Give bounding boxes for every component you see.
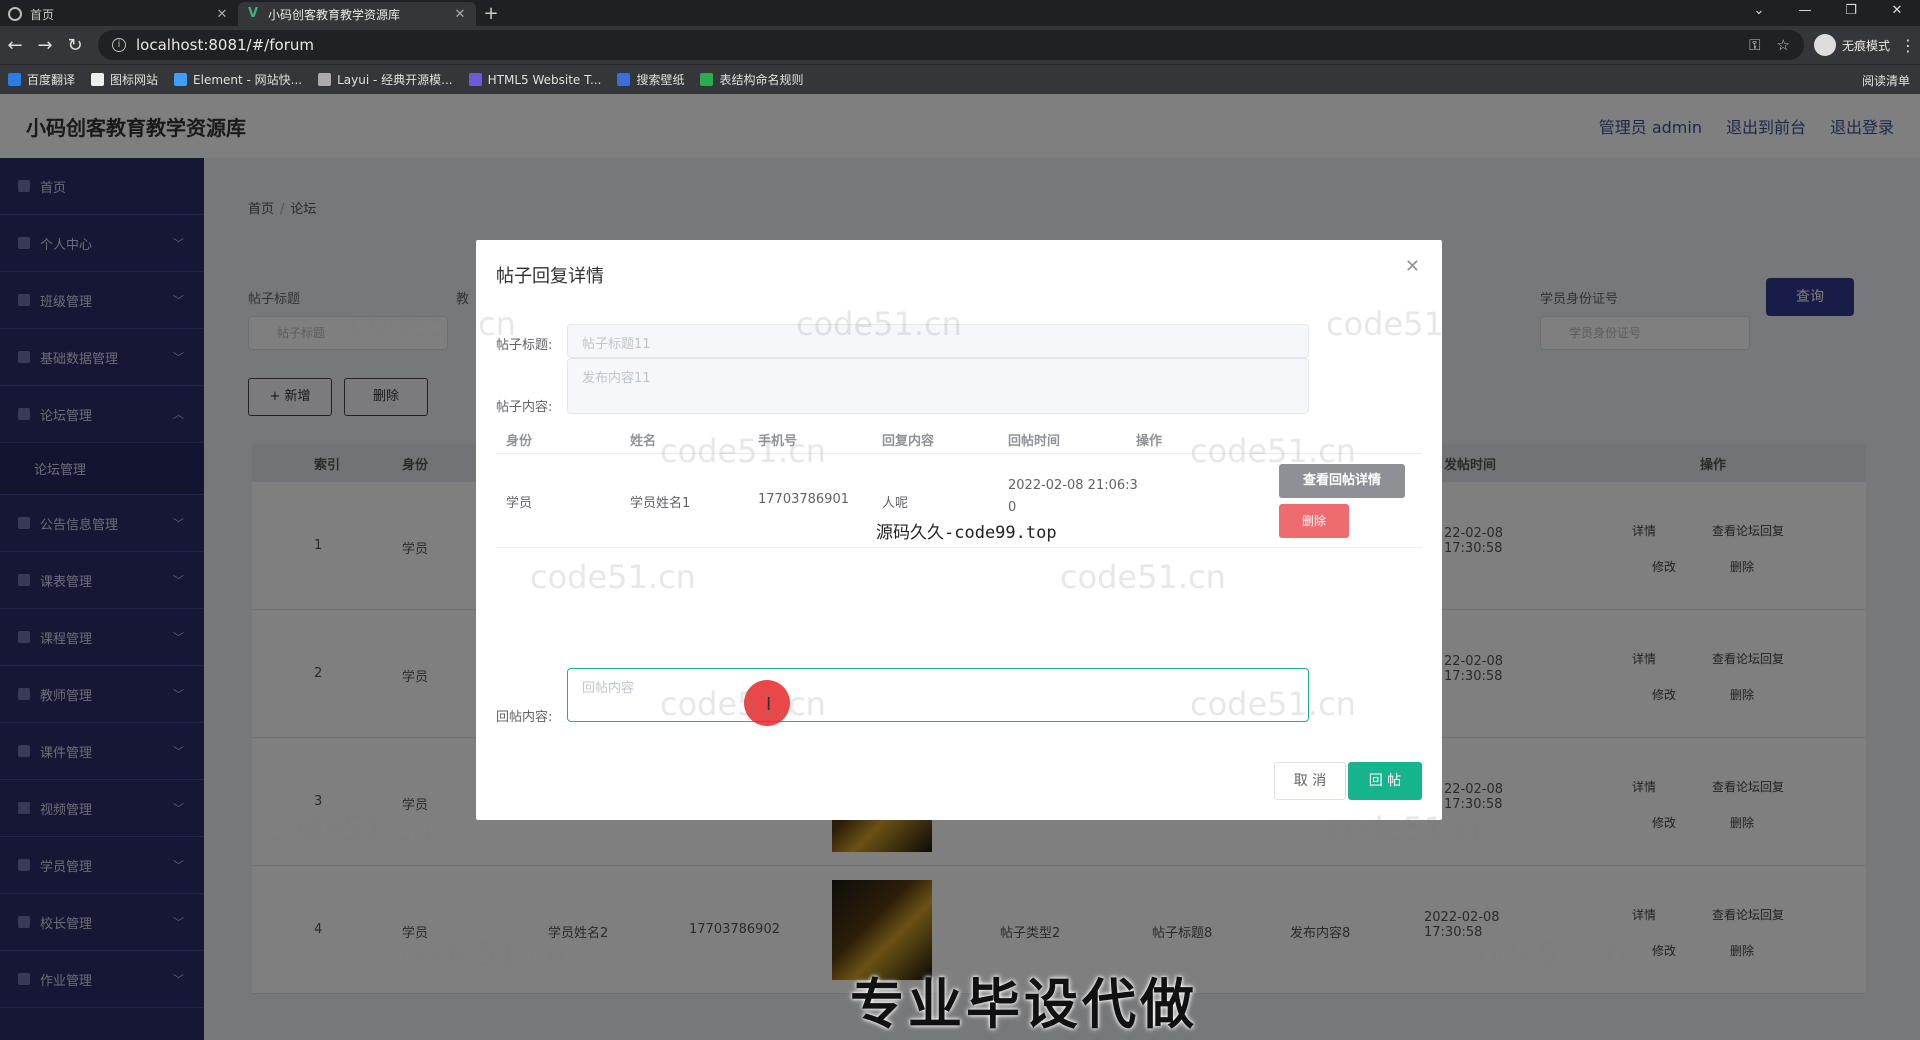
browser-menu-icon[interactable]: ⋮ <box>1896 36 1920 55</box>
cancel-button[interactable]: 取 消 <box>1274 762 1346 800</box>
close-icon[interactable]: ✕ <box>1405 256 1420 277</box>
watermark: code51.cn <box>1190 180 1356 218</box>
watermark: code51.cn <box>350 305 516 343</box>
bookmark-item[interactable]: 搜索壁纸 <box>617 71 684 88</box>
site-mark: 源码久久-code99.top <box>876 523 1057 543</box>
translate-icon <box>8 73 21 86</box>
incognito-label: 无痕模式 <box>1841 38 1890 53</box>
watermark: code51.cn <box>1190 432 1356 470</box>
watermark: code51.cn <box>796 305 962 343</box>
star-icon[interactable]: ☆ <box>1777 36 1790 54</box>
watermark: code51.cn <box>1326 305 1492 343</box>
bookmark-label: 搜索壁纸 <box>636 73 685 87</box>
close-tab-icon[interactable]: ✕ <box>214 7 230 22</box>
watermark: code51.cn <box>1326 810 1492 848</box>
incognito-icon <box>1813 34 1836 56</box>
element-icon <box>174 73 188 86</box>
browser-tab-home[interactable]: 首页 ✕ <box>0 2 238 26</box>
watermark: code51.cn <box>400 180 566 218</box>
delete-reply-button[interactable]: 删除 <box>1279 504 1349 538</box>
tab-search-icon[interactable]: ⌄ <box>1736 0 1782 26</box>
minimize-button[interactable]: — <box>1782 0 1828 26</box>
reload-icon[interactable]: ↻ <box>60 35 90 56</box>
reply-content: 人呢 <box>882 496 909 511</box>
forward-icon[interactable]: → <box>30 35 60 56</box>
reply-time-line1: 2022-02-08 21:06:3 <box>1008 478 1138 493</box>
close-tab-icon[interactable]: ✕ <box>452 7 468 22</box>
post-content-field: 发布内容11 <box>567 358 1309 414</box>
reply-time-line2: 0 <box>1008 500 1017 515</box>
sheet-icon <box>700 73 714 86</box>
submit-reply-button[interactable]: 回 帖 <box>1348 762 1422 800</box>
watermark: code51.cn <box>530 558 696 596</box>
col-role: 身份 <box>506 434 533 449</box>
bookmark-item[interactable]: Layui - 经典开源模... <box>318 71 453 88</box>
watermark: code51.cn <box>400 935 566 973</box>
bookmarks-bar: 百度翻译 图标网站 Element - 网站快... Layui - 经典开源模… <box>0 64 1920 94</box>
watermark: code51.cn <box>660 180 826 218</box>
key-icon[interactable]: ⚿ <box>1749 36 1760 54</box>
bookmark-item[interactable]: 表结构命名规则 <box>700 71 803 88</box>
incognito-indicator[interactable]: 无痕模式 <box>1813 34 1890 56</box>
bookmark-label: 图标网站 <box>110 73 159 87</box>
bookmark-item[interactable]: 百度翻译 <box>8 71 75 88</box>
bookmark-item[interactable]: 图标网站 <box>91 71 158 88</box>
url-text: localhost:8081/#/forum <box>136 36 314 54</box>
dialog-title: 帖子回复详情 <box>496 266 604 287</box>
reply-content-label: 回帖内容: <box>496 710 553 725</box>
flag-icon <box>91 73 105 86</box>
bookmark-label: 表结构命名规则 <box>719 73 804 87</box>
layui-icon <box>318 73 332 86</box>
watermark: code51.cn <box>660 432 826 470</box>
window-controls: ⌄ — ❐ ✕ <box>1736 0 1920 26</box>
browser-tab-app[interactable]: V 小码创客教育教学资源库 ✕ <box>238 2 476 26</box>
col-name: 姓名 <box>630 434 657 449</box>
new-tab-button[interactable]: + <box>476 2 506 26</box>
address-bar-row: ← → ↻ i localhost:8081/#/forum ⚿ ☆ 无痕模式 … <box>0 26 1920 64</box>
tab-title: 小码创客教育教学资源库 <box>268 7 401 22</box>
vue-icon: V <box>247 6 259 21</box>
bookmark-label: 百度翻译 <box>27 73 76 87</box>
col-reply-content: 回复内容 <box>882 434 935 449</box>
bookmark-item[interactable]: Element - 网站快... <box>174 71 302 88</box>
browser-tab-bar: 首页 ✕ V 小码创客教育教学资源库 ✕ + ⌄ — ❐ ✕ <box>0 0 1920 26</box>
restore-button[interactable]: ❐ <box>1828 0 1874 26</box>
reply-name: 学员姓名1 <box>630 496 691 511</box>
close-window-button[interactable]: ✕ <box>1874 0 1920 26</box>
watermark: code51.cn <box>1460 935 1626 973</box>
globe-icon <box>8 7 22 21</box>
reply-role: 学员 <box>506 496 533 511</box>
html5-icon <box>468 73 482 86</box>
col-actions: 操作 <box>1136 434 1163 449</box>
watermark: code51.cn <box>266 810 432 848</box>
tab-title: 首页 <box>30 7 55 22</box>
post-content-label: 帖子内容: <box>496 400 553 415</box>
col-reply-time: 回帖时间 <box>1008 434 1061 449</box>
watermark: code51.cn <box>1460 180 1626 218</box>
wallpaper-icon <box>617 73 631 86</box>
bookmark-item[interactable]: HTML5 Website T... <box>468 72 602 87</box>
info-icon[interactable]: i <box>112 38 126 52</box>
promo-banner: 专业毕设代做 <box>850 973 1198 1036</box>
bookmark-label: Element - 网站快... <box>193 73 303 87</box>
watermark: code51.cn <box>1060 558 1226 596</box>
watermark: code51.cn <box>660 685 826 723</box>
url-field[interactable]: i localhost:8081/#/forum ⚿ ☆ <box>98 30 1804 60</box>
bookmark-label: HTML5 Website T... <box>487 72 602 87</box>
bookmark-label: Layui - 经典开源模... <box>337 73 453 87</box>
watermark: code51.cn <box>1190 685 1356 723</box>
reply-phone: 17703786901 <box>758 492 849 507</box>
back-icon[interactable]: ← <box>0 35 30 56</box>
reading-list[interactable]: 阅读清单 <box>1862 72 1910 89</box>
